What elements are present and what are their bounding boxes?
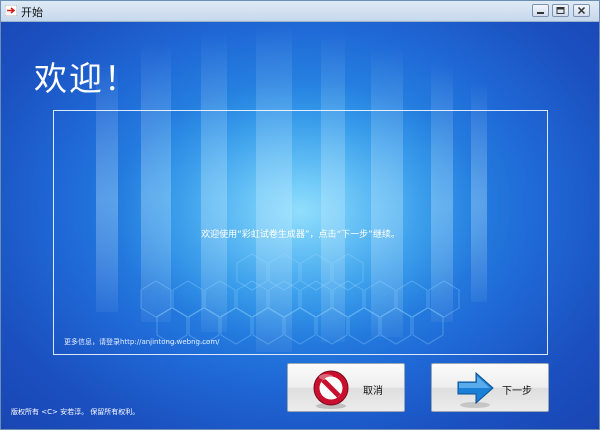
arrow-right-icon bbox=[457, 371, 494, 408]
copyright-text: 版权所有 <C> 安若淳。 保留所有权利。 bbox=[11, 408, 140, 416]
close-icon bbox=[577, 7, 586, 14]
title-bar[interactable]: 开始 bbox=[1, 1, 599, 22]
wizard-content: 欢迎！ 欢迎使用“彩虹试卷生成器”，点击“下一步”继续。 更多信息，请登录htt… bbox=[1, 22, 599, 429]
next-button[interactable]: 下一步 bbox=[431, 363, 549, 412]
welcome-heading: 欢迎！ bbox=[34, 59, 139, 98]
minimize-icon bbox=[537, 12, 544, 14]
welcome-message: 欢迎使用“彩虹试卷生成器”，点击“下一步”继续。 bbox=[201, 230, 400, 240]
maximize-icon bbox=[556, 7, 565, 14]
maximize-button[interactable] bbox=[552, 4, 569, 17]
close-button[interactable] bbox=[573, 4, 590, 17]
window-title: 开始 bbox=[21, 6, 43, 19]
stop-sign-icon bbox=[313, 370, 349, 409]
cancel-button[interactable]: 取消 bbox=[287, 363, 405, 412]
minimize-button[interactable] bbox=[532, 4, 549, 17]
cancel-label: 取消 bbox=[363, 386, 383, 397]
more-info-link[interactable]: 更多信息，请登录http://anjintong.webng.com/ bbox=[64, 337, 220, 347]
next-label: 下一步 bbox=[502, 386, 532, 397]
app-arrow-icon bbox=[5, 5, 17, 16]
app-window: 开始 欢迎！ 欢迎使用“彩虹试卷生成器”，点击“下一步”继续。 更多信息，请登录… bbox=[0, 0, 600, 430]
welcome-panel: 欢迎使用“彩虹试卷生成器”，点击“下一步”继续。 更多信息，请登录http://… bbox=[53, 110, 548, 355]
